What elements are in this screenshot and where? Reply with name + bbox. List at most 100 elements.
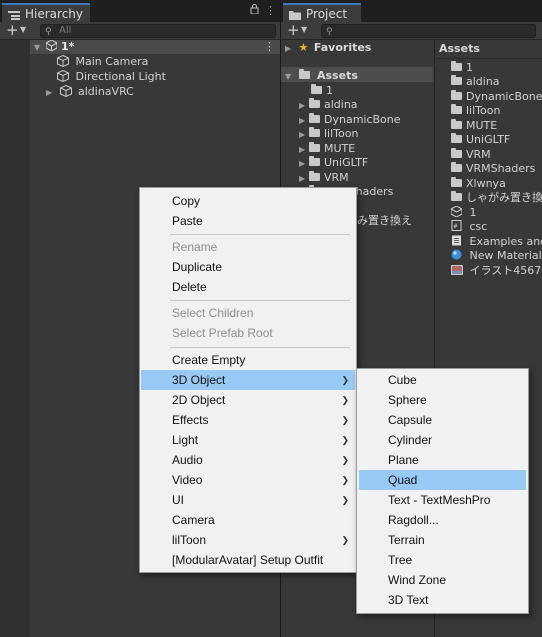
assets-view-header: Assets [439,42,480,55]
submenu-item-cube[interactable]: Cube [359,370,526,390]
expand-arrow-icon[interactable]: ▶ [299,98,309,113]
asset-item[interactable]: 1 [451,60,473,75]
scene-more-icon[interactable]: ⋮ [264,40,275,54]
asset-item[interactable]: aldina [451,74,500,89]
submenu-item-quad[interactable]: Quad [359,470,526,490]
submenu-item-capsule[interactable]: Capsule [359,410,526,430]
submenu-item-plane[interactable]: Plane [359,450,526,470]
submenu-item-cylinder[interactable]: Cylinder [359,430,526,450]
menu-item-video[interactable]: Video ❯ [141,470,355,490]
folder-icon [309,171,320,181]
folder-icon [451,162,462,172]
hierarchy-item-label: Main Camera [75,55,149,68]
expand-arrow-icon[interactable]: ▶ [285,41,295,56]
menu-item-audio[interactable]: Audio ❯ [141,450,355,470]
add-icon[interactable]: + [287,23,300,38]
tree-folder[interactable]: ▶ lilToon [299,126,358,141]
folder-icon [309,127,320,137]
tree-folder[interactable]: 1 [311,83,333,98]
folder-icon [451,148,462,158]
script-icon: # [451,220,466,233]
unity-scene-icon [45,39,58,54]
hierarchy-item-directional-light[interactable]: Directional Light [57,69,166,84]
menu-item-light[interactable]: Light ❯ [141,430,355,450]
menu-item-effects[interactable]: Effects ❯ [141,410,355,430]
submenu-item-3d-text[interactable]: 3D Text [359,590,526,610]
asset-item[interactable]: Xlwnya [451,176,506,191]
assets-root[interactable]: ▼ Assets [285,68,358,83]
scene-row[interactable]: ▼ 1* ⋮ [0,39,280,54]
chevron-right-icon: ❯ [341,455,349,465]
star-icon: ★ [298,41,309,54]
project-tabbar: Project [281,0,542,22]
asset-item[interactable]: New Material [451,248,542,263]
menu-item-liltoon[interactable]: lilToon ❯ [141,530,355,550]
asset-item[interactable]: しゃがみ置き換え [451,190,542,205]
asset-item[interactable]: UniGLTF [451,132,510,147]
folder-icon [451,191,462,201]
lock-icon[interactable] [250,4,259,17]
menu-item-label: 3D Object [172,373,226,387]
asset-item[interactable]: DynamicBone [451,89,542,104]
asset-label: Examples and S [469,235,542,248]
expand-arrow-icon[interactable]: ▶ [299,156,309,171]
submenu-item-tree[interactable]: Tree [359,550,526,570]
menu-item-label: Duplicate [172,260,223,274]
chevron-down-icon[interactable]: ▼ [301,25,307,34]
expand-arrow-icon[interactable]: ▶ [46,85,56,100]
menu-item-paste[interactable]: Paste [141,211,355,231]
menu-item-camera[interactable]: Camera [141,510,355,530]
menu-separator [170,347,350,348]
tree-folder[interactable]: ▶ UniGLTF [299,155,368,170]
submenu-item-label: Plane [388,453,419,467]
menu-item-label: Select Children [172,306,254,320]
asset-item[interactable]: 1 [450,205,477,220]
image-icon [451,264,466,277]
hierarchy-item-aldinavrc[interactable]: ▶ aldinaVRC [46,84,134,99]
tab-hierarchy[interactable]: Hierarchy [2,3,90,22]
menu-item-create-empty[interactable]: Create Empty [141,350,355,370]
add-icon[interactable]: + [6,23,19,38]
asset-item[interactable]: VRM [451,147,491,162]
favorites-header[interactable]: ▶ ★ Favorites [285,40,371,55]
submenu-item-wind-zone[interactable]: Wind Zone [359,570,526,590]
tree-folder[interactable]: ▶ DynamicBone [299,112,401,127]
asset-item[interactable]: # csc [451,219,487,234]
asset-label: 1 [466,61,473,74]
collapse-arrow-icon[interactable]: ▼ [285,69,295,84]
asset-item[interactable]: Examples and S [451,234,542,249]
chevron-down-icon[interactable]: ▼ [20,25,26,34]
folder-icon [451,177,462,187]
asset-item[interactable]: イラスト4567890 [451,263,542,278]
submenu-item-text-textmeshpro[interactable]: Text - TextMeshPro [359,490,526,510]
folder-icon [309,142,320,152]
tab-project[interactable]: Project [283,3,361,22]
tree-folder[interactable]: ▶ VRM [299,170,349,185]
submenu-item-sphere[interactable]: Sphere [359,390,526,410]
context-menu: Copy Paste Rename Duplicate Delete Selec… [139,187,357,573]
asset-item[interactable]: lilToon [451,103,500,118]
asset-item[interactable]: VRMShaders [451,161,535,176]
menu-item-delete[interactable]: Delete [141,277,355,297]
menu-item-2d-object[interactable]: 2D Object ❯ [141,390,355,410]
hierarchy-item-main-camera[interactable]: Main Camera [57,54,148,69]
tree-folder[interactable]: ▶ MUTE [299,141,355,156]
menu-item-ui[interactable]: UI ❯ [141,490,355,510]
submenu-item-terrain[interactable]: Terrain [359,530,526,550]
asset-label: New Material [469,249,542,262]
expand-arrow-icon[interactable]: ▶ [299,127,309,142]
menu-item-copy[interactable]: Copy [141,191,355,211]
menu-item-modularavatar-setup-outfit[interactable]: [ModularAvatar] Setup Outfit [141,550,355,570]
menu-item-3d-object[interactable]: 3D Object ❯ [141,370,355,390]
tree-folder[interactable]: ▶ aldina [299,97,358,112]
asset-item[interactable]: MUTE [451,118,497,133]
more-options-icon[interactable]: ⋮ [265,4,276,17]
folder-icon [451,119,462,129]
hierarchy-search-input[interactable]: ⚲ All [40,24,276,38]
menu-item-duplicate[interactable]: Duplicate [141,257,355,277]
project-search-input[interactable]: ⚲ [321,24,536,38]
submenu-item-ragdoll[interactable]: Ragdoll... [359,510,526,530]
asset-label: VRM [466,148,491,161]
menu-item-select-prefab-root: Select Prefab Root [141,323,355,343]
submenu-item-label: Sphere [388,393,427,407]
